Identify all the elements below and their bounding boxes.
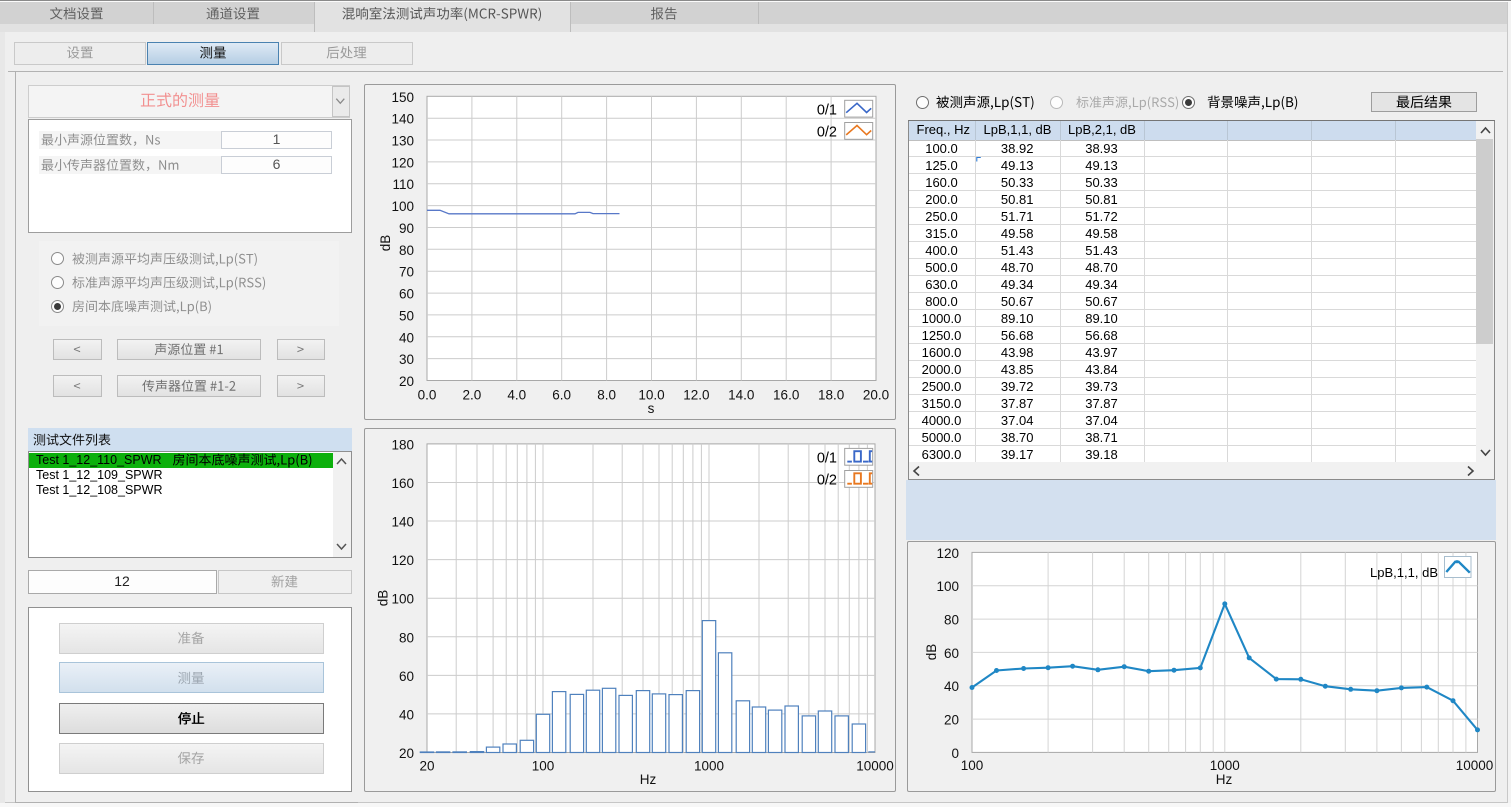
svg-text:20: 20: [944, 713, 959, 728]
svg-text:20: 20: [419, 759, 434, 774]
svg-text:120: 120: [391, 155, 414, 170]
svg-text:70: 70: [399, 265, 414, 280]
svg-text:90: 90: [399, 221, 414, 236]
svg-text:110: 110: [392, 177, 414, 192]
svg-text:6.0: 6.0: [552, 388, 571, 403]
svg-text:10000: 10000: [856, 759, 894, 774]
svg-text:14.0: 14.0: [728, 388, 754, 403]
svg-text:4.0: 4.0: [507, 388, 526, 403]
svg-text:s: s: [648, 401, 655, 416]
svg-text:0/1: 0/1: [817, 451, 837, 467]
svg-text:1000: 1000: [694, 759, 724, 774]
svg-text:18.0: 18.0: [818, 388, 844, 403]
svg-text:100: 100: [391, 592, 414, 607]
svg-text:100: 100: [391, 199, 414, 214]
svg-text:1000: 1000: [1210, 758, 1240, 773]
svg-text:dB: dB: [378, 235, 393, 252]
svg-text:30: 30: [399, 352, 414, 367]
svg-text:20.0: 20.0: [863, 388, 889, 403]
svg-text:80: 80: [399, 243, 414, 258]
svg-text:0/1: 0/1: [817, 103, 837, 119]
svg-text:20: 20: [399, 374, 414, 389]
svg-text:100: 100: [961, 758, 984, 773]
svg-text:50: 50: [399, 308, 414, 323]
svg-text:160: 160: [391, 476, 414, 491]
svg-text:40: 40: [399, 707, 414, 722]
svg-text:40: 40: [399, 330, 414, 345]
svg-text:130: 130: [391, 134, 414, 149]
svg-text:dB: dB: [376, 590, 391, 607]
svg-text:150: 150: [391, 90, 414, 105]
svg-text:120: 120: [391, 553, 414, 568]
svg-text:16.0: 16.0: [773, 388, 799, 403]
svg-text:0.0: 0.0: [418, 388, 437, 403]
svg-text:10000: 10000: [1456, 758, 1494, 773]
svg-text:Hz: Hz: [1216, 772, 1233, 787]
svg-text:80: 80: [399, 630, 414, 645]
svg-text:60: 60: [399, 669, 414, 684]
svg-text:80: 80: [944, 613, 959, 628]
svg-text:100: 100: [936, 579, 959, 594]
svg-text:dB: dB: [924, 644, 939, 661]
svg-text:100: 100: [532, 759, 555, 774]
svg-text:180: 180: [391, 437, 414, 452]
svg-text:20: 20: [399, 746, 414, 761]
svg-text:60: 60: [399, 287, 414, 302]
svg-text:12.0: 12.0: [683, 388, 709, 403]
svg-text:2.0: 2.0: [463, 388, 482, 403]
svg-text:Hz: Hz: [640, 772, 657, 787]
svg-text:120: 120: [936, 546, 959, 561]
svg-text:0: 0: [951, 746, 959, 761]
svg-text:0/2: 0/2: [817, 473, 837, 489]
svg-text:40: 40: [944, 679, 959, 694]
svg-text:60: 60: [944, 646, 959, 661]
svg-text:8.0: 8.0: [597, 388, 616, 403]
svg-text:0/2: 0/2: [817, 125, 837, 141]
svg-text:140: 140: [391, 112, 414, 127]
svg-text:LpB,1,1, dB: LpB,1,1, dB: [1370, 565, 1438, 580]
svg-text:140: 140: [391, 515, 414, 530]
